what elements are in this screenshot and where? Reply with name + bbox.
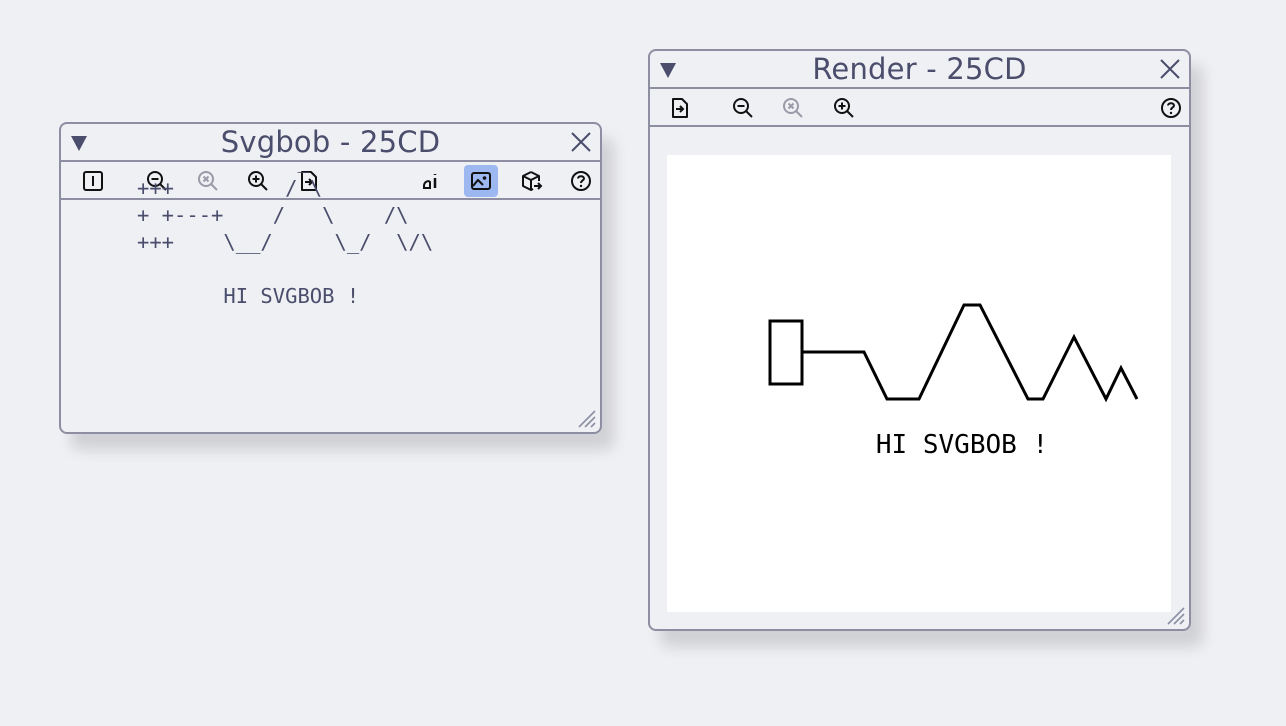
- export-icon: [672, 98, 688, 118]
- render-window[interactable]: Render - 25CD HI SVGBOB !: [648, 49, 1191, 631]
- render-canvas[interactable]: HI SVGBOB !: [667, 155, 1171, 612]
- rendered-text: HI SVGBOB !: [876, 430, 1048, 460]
- render-title: Render - 25CD: [812, 52, 1027, 86]
- render-toolbar: [650, 89, 1189, 127]
- help-button[interactable]: [1154, 92, 1188, 124]
- zoom-reset-button[interactable]: [776, 92, 810, 124]
- text-cursor-icon: [83, 171, 103, 191]
- ascii-art-editor[interactable]: _ +++ / \ + +---+ / \ /\ +++ \__/ \_/ \/…: [137, 148, 433, 310]
- close-icon[interactable]: [570, 131, 592, 153]
- image-preview-button[interactable]: [464, 165, 498, 197]
- resize-grip-icon[interactable]: [1166, 606, 1186, 626]
- help-icon: [571, 171, 591, 191]
- rendered-box: [768, 319, 804, 386]
- zoom-out-button[interactable]: [726, 92, 760, 124]
- zoom-in-icon: [834, 98, 854, 118]
- export-button[interactable]: [663, 92, 697, 124]
- package-export-icon: [522, 171, 543, 191]
- rendered-svg: HI SVGBOB !: [768, 303, 1139, 460]
- image-preview-icon: [471, 172, 491, 190]
- zoom-out-icon: [733, 98, 753, 118]
- close-icon[interactable]: [1159, 58, 1181, 80]
- package-export-button[interactable]: [515, 165, 549, 197]
- zoom-in-button[interactable]: [827, 92, 861, 124]
- help-button[interactable]: [564, 165, 598, 197]
- render-titlebar[interactable]: Render - 25CD: [650, 51, 1189, 89]
- svgbob-editor-window[interactable]: Svgbob - 25CD _ +++ / \ + +---+ / \ /\ +…: [59, 122, 602, 434]
- zoom-reset-icon: [783, 98, 803, 118]
- resize-grip-icon[interactable]: [577, 409, 597, 429]
- help-icon: [1161, 98, 1181, 118]
- rendered-wave-line: [802, 303, 1139, 403]
- text-cursor-button[interactable]: [76, 165, 110, 197]
